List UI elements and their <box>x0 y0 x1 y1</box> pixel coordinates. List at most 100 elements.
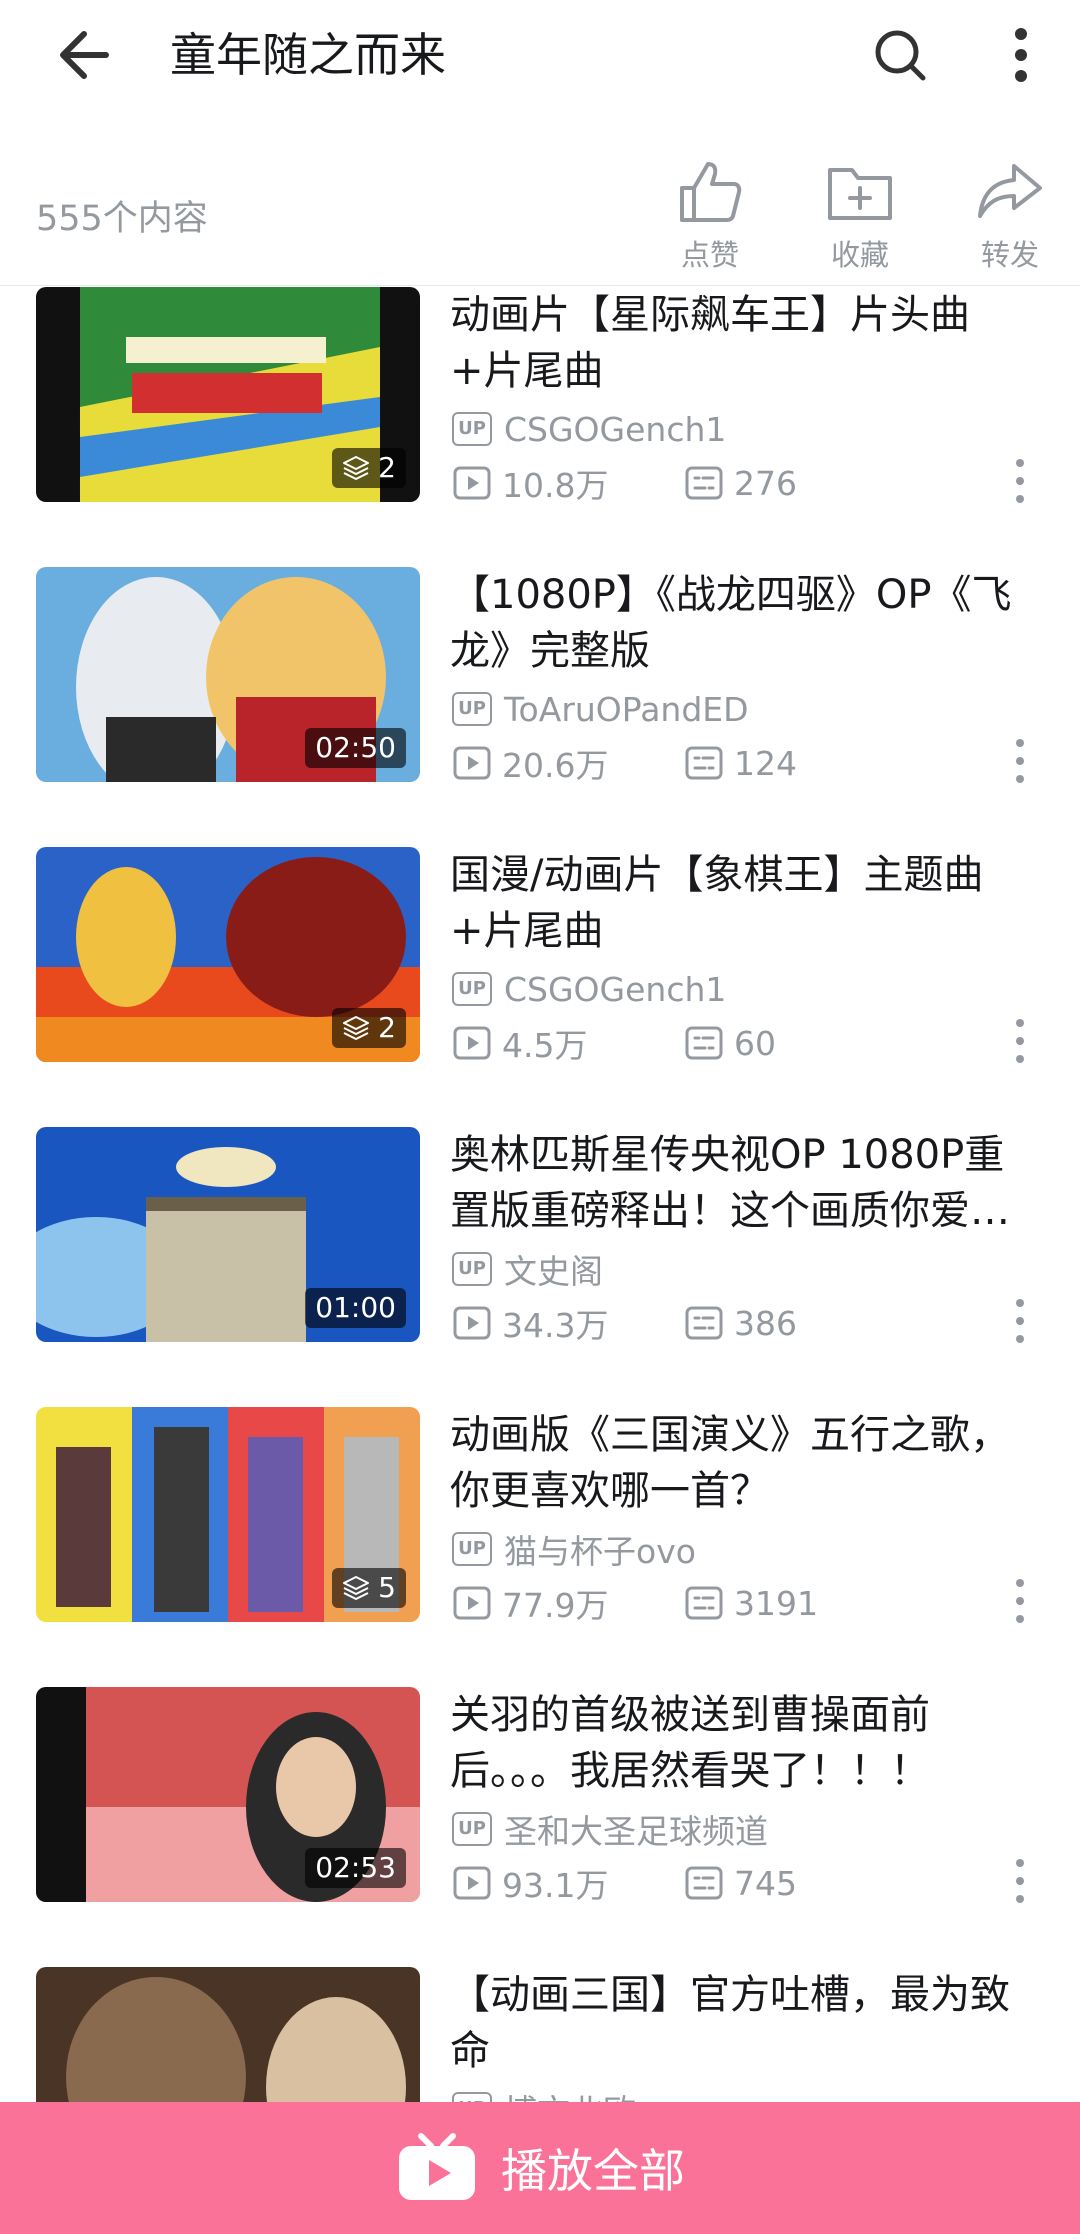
uploader-name: ToAruOPandED <box>504 689 749 729</box>
danmaku-icon <box>685 1306 723 1340</box>
video-item[interactable]: 2 动画片【星际飙车王】片头曲+片尾曲 UP CSGOGench1 10.8万 … <box>0 287 1080 567</box>
video-item[interactable]: 02:50 【1080P】《战龙四驱》OP《飞龙》完整版 UP ToAruOPa… <box>0 567 1080 847</box>
comment-count: 386 <box>734 1303 797 1343</box>
item-more-button[interactable] <box>1000 1011 1040 1071</box>
video-list: 2 动画片【星际飙车王】片头曲+片尾曲 UP CSGOGench1 10.8万 … <box>0 287 1080 2102</box>
uploader-row[interactable]: UP CSGOGench1 <box>452 409 726 449</box>
like-button[interactable]: 点赞 <box>650 156 770 276</box>
playlist-stats-bar: 555个内容 点赞 收藏 转发 <box>0 150 1080 286</box>
video-title[interactable]: 动画版《三国演义》五行之歌，你更喜欢哪一首？ <box>450 1407 1040 1519</box>
uploader-row[interactable]: UP ToAruOPandED <box>452 689 749 729</box>
item-more-button[interactable] <box>1000 1291 1040 1351</box>
badge-text: 2 <box>378 1011 396 1044</box>
comment-count: 276 <box>734 463 797 503</box>
video-thumbnail[interactable]: 02:53 <box>36 1687 420 1902</box>
play-count-icon <box>453 746 491 780</box>
view-count: 77.9万 <box>502 1586 609 1625</box>
video-meta: 34.3万 386 <box>452 1301 797 1345</box>
duration-badge: 02:53 <box>305 1848 406 1888</box>
danmaku-icon <box>685 466 723 500</box>
uploader-row[interactable]: UP CSGOGench1 <box>452 969 726 1009</box>
badge-text: 2 <box>378 451 396 484</box>
view-count: 4.5万 <box>502 1026 588 1065</box>
video-thumbnail[interactable]: 02:50 <box>36 567 420 782</box>
search-button[interactable] <box>866 22 936 88</box>
video-title[interactable]: 奥林匹斯星传央视OP 1080P重置版重磅释出！这个画质你爱了吗 <box>450 1127 1040 1239</box>
favorite-label: 收藏 <box>830 238 889 272</box>
item-more-button[interactable] <box>1000 1851 1040 1911</box>
view-count: 93.1万 <box>502 1866 609 1905</box>
arrow-left-icon <box>60 31 109 79</box>
danmaku-icon <box>685 1026 723 1060</box>
uploader-name: 博文北欧 <box>504 2085 636 2102</box>
comment-count: 60 <box>734 1023 776 1063</box>
uploader-row[interactable]: UP 博文北欧 <box>452 2089 636 2102</box>
video-title[interactable]: 国漫/动画片【象棋王】主题曲+片尾曲 <box>450 847 1040 959</box>
video-title[interactable]: 【动画三国】官方吐槽，最为致命 <box>450 1967 1040 2079</box>
video-item[interactable]: 5 动画版《三国演义》五行之歌，你更喜欢哪一首？ UP 猫与杯子ovo 77.9… <box>0 1407 1080 1687</box>
play-all-label: 播放全部 <box>501 2144 685 2198</box>
more-vertical-icon <box>1016 1859 1024 1903</box>
video-title[interactable]: 关羽的首级被送到曹操面前后。。。我居然看哭了！！！ <box>450 1687 1040 1799</box>
favorite-button[interactable]: 收藏 <box>800 156 920 276</box>
video-title[interactable]: 动画片【星际飙车王】片头曲+片尾曲 <box>450 287 1040 399</box>
more-vertical-icon <box>1016 459 1024 503</box>
duration-badge: 01:00 <box>305 1288 406 1328</box>
view-count: 10.8万 <box>502 466 609 505</box>
play-all-button[interactable]: 播放全部 <box>0 2102 1080 2234</box>
up-icon: UP <box>452 1532 492 1566</box>
badge-text: 01:00 <box>315 1291 396 1324</box>
uploader-name: 猫与杯子ovo <box>504 1532 696 1571</box>
thumbnail-image <box>36 1967 420 2102</box>
comment-count: 3191 <box>734 1583 818 1623</box>
uploader-row[interactable]: UP 圣和大圣足球频道 <box>452 1809 768 1851</box>
video-thumbnail[interactable]: 2 <box>36 287 420 502</box>
play-count-icon <box>453 1866 491 1900</box>
tv-play-icon <box>399 2133 475 2200</box>
badge-text: 02:53 <box>315 1851 396 1884</box>
share-label: 转发 <box>980 238 1039 272</box>
page-title: 童年随之而来 <box>170 28 446 82</box>
item-more-button[interactable] <box>1000 1571 1040 1631</box>
video-thumbnail[interactable]: 2 <box>36 847 420 1062</box>
play-count-icon <box>453 1306 491 1340</box>
uploader-row[interactable]: UP 猫与杯子ovo <box>452 1529 696 1571</box>
top-bar: 童年随之而来 <box>0 0 1080 110</box>
video-thumbnail[interactable] <box>36 1967 420 2102</box>
video-item[interactable]: 【动画三国】官方吐槽，最为致命 UP 博文北欧 <box>0 1967 1080 2102</box>
uploader-row[interactable]: UP 文史阁 <box>452 1249 603 1291</box>
danmaku-icon <box>685 746 723 780</box>
video-item[interactable]: 01:00 奥林匹斯星传央视OP 1080P重置版重磅释出！这个画质你爱了吗 U… <box>0 1127 1080 1407</box>
uploader-name: 圣和大圣足球频道 <box>504 1812 768 1851</box>
video-meta: 77.9万 3191 <box>452 1581 818 1625</box>
uploader-name: 文史阁 <box>504 1252 603 1291</box>
episode-count-badge: 2 <box>332 448 406 488</box>
video-meta: 10.8万 276 <box>452 461 797 505</box>
video-item[interactable]: 02:53 关羽的首级被送到曹操面前后。。。我居然看哭了！！！ UP 圣和大圣足… <box>0 1687 1080 1967</box>
content-count: 555个内容 <box>36 199 208 239</box>
video-thumbnail[interactable]: 01:00 <box>36 1127 420 1342</box>
search-icon <box>875 30 926 81</box>
more-vertical-icon <box>1016 1299 1024 1343</box>
up-icon: UP <box>452 1252 492 1286</box>
up-icon: UP <box>452 2092 492 2102</box>
view-count: 34.3万 <box>502 1306 609 1345</box>
video-thumbnail[interactable]: 5 <box>36 1407 420 1622</box>
back-button[interactable] <box>50 22 120 88</box>
video-meta: 93.1万 745 <box>452 1861 797 1905</box>
share-button[interactable]: 转发 <box>950 156 1070 276</box>
layers-icon <box>343 1576 370 1600</box>
like-label: 点赞 <box>680 238 739 272</box>
up-icon: UP <box>452 412 492 446</box>
play-count-icon <box>453 466 491 500</box>
up-icon: UP <box>452 1812 492 1846</box>
video-meta: 20.6万 124 <box>452 741 797 785</box>
item-more-button[interactable] <box>1000 731 1040 791</box>
video-title[interactable]: 【1080P】《战龙四驱》OP《飞龙》完整版 <box>450 567 1040 679</box>
more-button[interactable] <box>996 22 1046 88</box>
video-item[interactable]: 2 国漫/动画片【象棋王】主题曲+片尾曲 UP CSGOGench1 4.5万 … <box>0 847 1080 1127</box>
episode-count-badge: 2 <box>332 1008 406 1048</box>
share-arrow-icon <box>978 164 1042 218</box>
uploader-name: CSGOGench1 <box>504 409 727 449</box>
item-more-button[interactable] <box>1000 451 1040 511</box>
